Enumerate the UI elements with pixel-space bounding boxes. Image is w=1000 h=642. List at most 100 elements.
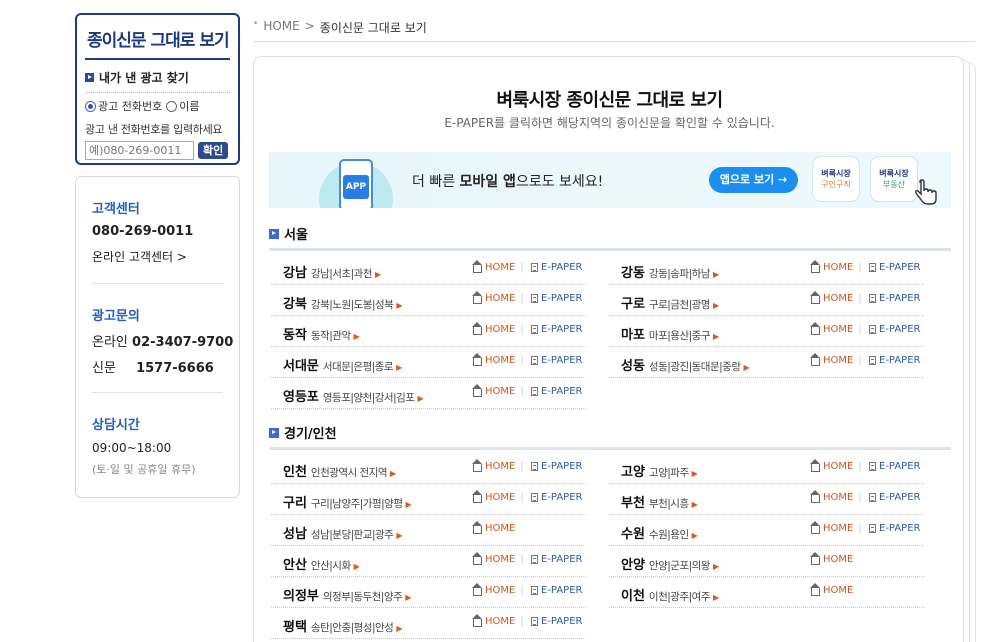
region-link[interactable]: 부천 부천|시흥 ▶: [621, 492, 698, 511]
region-areas[interactable]: 성남|분당|판교|광주: [311, 529, 394, 541]
region-areas[interactable]: 고양|파주: [649, 467, 689, 479]
region-name[interactable]: 서대문: [283, 359, 319, 374]
epaper-label[interactable]: E-PAPER: [879, 324, 920, 335]
home-label[interactable]: HOME: [823, 324, 853, 335]
region-home-link[interactable]: HOME |: [810, 322, 862, 335]
region-link[interactable]: 인천 인천광역시 전지역 ▶: [283, 461, 396, 480]
home-label[interactable]: HOME: [485, 585, 515, 596]
region-link[interactable]: 성남 성남|분당|판교|광주 ▶: [283, 523, 402, 542]
region-name[interactable]: 마포: [621, 328, 645, 343]
region-home-link[interactable]: HOME: [810, 552, 853, 565]
region-epaper-link[interactable]: E-PAPER: [531, 461, 582, 472]
region-home-link[interactable]: HOME |: [472, 384, 524, 397]
region-link[interactable]: 수원 수원|용인 ▶: [621, 523, 698, 542]
region-areas[interactable]: 안양|군포|의왕: [649, 560, 711, 572]
region-epaper-link[interactable]: E-PAPER: [869, 461, 920, 472]
region-areas[interactable]: 성동|광진|동대문|중랑: [649, 361, 741, 373]
region-home-link[interactable]: HOME |: [810, 521, 862, 534]
region-epaper-link[interactable]: E-PAPER: [869, 355, 920, 366]
region-home-link[interactable]: HOME |: [472, 260, 524, 273]
region-areas[interactable]: 부천|시흥: [649, 498, 689, 510]
radio-name-label[interactable]: 이름: [179, 98, 199, 114]
home-label[interactable]: HOME: [823, 585, 853, 596]
region-areas[interactable]: 의정부|동두천|양주: [323, 591, 403, 603]
home-label[interactable]: HOME: [823, 554, 853, 565]
region-epaper-link[interactable]: E-PAPER: [531, 554, 582, 565]
radio-name[interactable]: [166, 100, 178, 112]
region-name[interactable]: 부천: [621, 496, 645, 511]
epaper-label[interactable]: E-PAPER: [879, 262, 920, 273]
region-link[interactable]: 고양 고양|파주 ▶: [621, 461, 698, 480]
region-link[interactable]: 평택 송탄|안중|평성|안성 ▶: [283, 616, 402, 635]
region-home-link[interactable]: HOME: [472, 521, 515, 534]
home-label[interactable]: HOME: [485, 554, 515, 565]
region-link[interactable]: 강동 강동|송파|하남 ▶: [621, 262, 719, 281]
region-name[interactable]: 고양: [621, 465, 645, 480]
region-name[interactable]: 성남: [283, 527, 307, 542]
region-areas[interactable]: 송탄|안중|평성|안성: [311, 622, 394, 634]
confirm-button[interactable]: 확인: [198, 142, 229, 159]
home-label[interactable]: HOME: [823, 461, 853, 472]
region-epaper-link[interactable]: E-PAPER: [869, 324, 920, 335]
region-epaper-link[interactable]: E-PAPER: [531, 324, 582, 335]
region-home-link[interactable]: HOME |: [810, 291, 862, 304]
region-epaper-link[interactable]: E-PAPER: [531, 492, 582, 503]
region-link[interactable]: 구로 구로|금천|광명 ▶: [621, 293, 719, 312]
region-name[interactable]: 인천: [283, 465, 307, 480]
epaper-label[interactable]: E-PAPER: [541, 262, 582, 273]
region-name[interactable]: 안양: [621, 558, 645, 573]
epaper-label[interactable]: E-PAPER: [541, 461, 582, 472]
region-name[interactable]: 수원: [621, 527, 645, 542]
home-label[interactable]: HOME: [485, 492, 515, 503]
region-name[interactable]: 구로: [621, 297, 645, 312]
home-label[interactable]: HOME: [823, 523, 853, 534]
radio-phone[interactable]: [85, 100, 96, 112]
home-label[interactable]: HOME: [823, 262, 853, 273]
region-epaper-link[interactable]: E-PAPER: [531, 262, 582, 273]
region-epaper-link[interactable]: E-PAPER: [531, 386, 582, 397]
region-home-link[interactable]: HOME |: [810, 353, 862, 366]
region-link[interactable]: 강남 강남|서초|과천 ▶: [283, 262, 381, 281]
region-link[interactable]: 구리 구리|남양주|가평|양평 ▶: [283, 492, 412, 511]
region-home-link[interactable]: HOME |: [472, 614, 524, 627]
epaper-label[interactable]: E-PAPER: [541, 324, 582, 335]
epaper-label[interactable]: E-PAPER: [879, 355, 920, 366]
region-home-link[interactable]: HOME |: [472, 353, 524, 366]
region-areas[interactable]: 수원|용인: [649, 529, 689, 541]
region-name[interactable]: 의정부: [283, 589, 319, 604]
region-areas[interactable]: 구리|남양주|가평|양평: [311, 498, 403, 510]
online-cs-link[interactable]: 온라인 고객센터 >: [92, 248, 187, 265]
region-areas[interactable]: 이천|광주|여주: [649, 591, 711, 603]
region-home-link[interactable]: HOME |: [472, 583, 524, 596]
region-epaper-link[interactable]: E-PAPER: [869, 262, 920, 273]
region-epaper-link[interactable]: E-PAPER: [869, 523, 920, 534]
region-areas[interactable]: 영등포|양천|강서|김포: [323, 392, 415, 404]
region-areas[interactable]: 안산|시화: [311, 560, 351, 572]
open-app-button[interactable]: 앱으로 보기 →: [709, 167, 798, 193]
region-link[interactable]: 영등포 영등포|양천|강서|김포 ▶: [283, 386, 424, 405]
region-link[interactable]: 강북 강북|노원|도봉|성북 ▶: [283, 293, 402, 312]
epaper-label[interactable]: E-PAPER: [541, 554, 582, 565]
region-areas[interactable]: 강북|노원|도봉|성북: [311, 299, 394, 311]
region-name[interactable]: 성동: [621, 359, 645, 374]
epaper-label[interactable]: E-PAPER: [541, 355, 582, 366]
region-link[interactable]: 동작 동작|관악 ▶: [283, 324, 360, 343]
home-label[interactable]: HOME: [485, 293, 515, 304]
epaper-label[interactable]: E-PAPER: [541, 492, 582, 503]
region-home-link[interactable]: HOME |: [472, 552, 524, 565]
epaper-label[interactable]: E-PAPER: [541, 386, 582, 397]
home-label[interactable]: HOME: [485, 262, 515, 273]
epaper-label[interactable]: E-PAPER: [879, 523, 920, 534]
region-epaper-link[interactable]: E-PAPER: [531, 355, 582, 366]
region-name[interactable]: 이천: [621, 589, 645, 604]
region-link[interactable]: 안산 안산|시화 ▶: [283, 554, 360, 573]
region-epaper-link[interactable]: E-PAPER: [531, 616, 582, 627]
region-areas[interactable]: 강남|서초|과천: [311, 268, 373, 280]
radio-phone-label[interactable]: 광고 전화번호: [98, 98, 162, 114]
region-home-link[interactable]: HOME |: [472, 322, 524, 335]
region-name[interactable]: 구리: [283, 496, 307, 511]
breadcrumb-home[interactable]: HOME: [263, 19, 299, 33]
epaper-label[interactable]: E-PAPER: [879, 492, 920, 503]
region-name[interactable]: 강남: [283, 266, 307, 281]
region-home-link[interactable]: HOME |: [472, 291, 524, 304]
